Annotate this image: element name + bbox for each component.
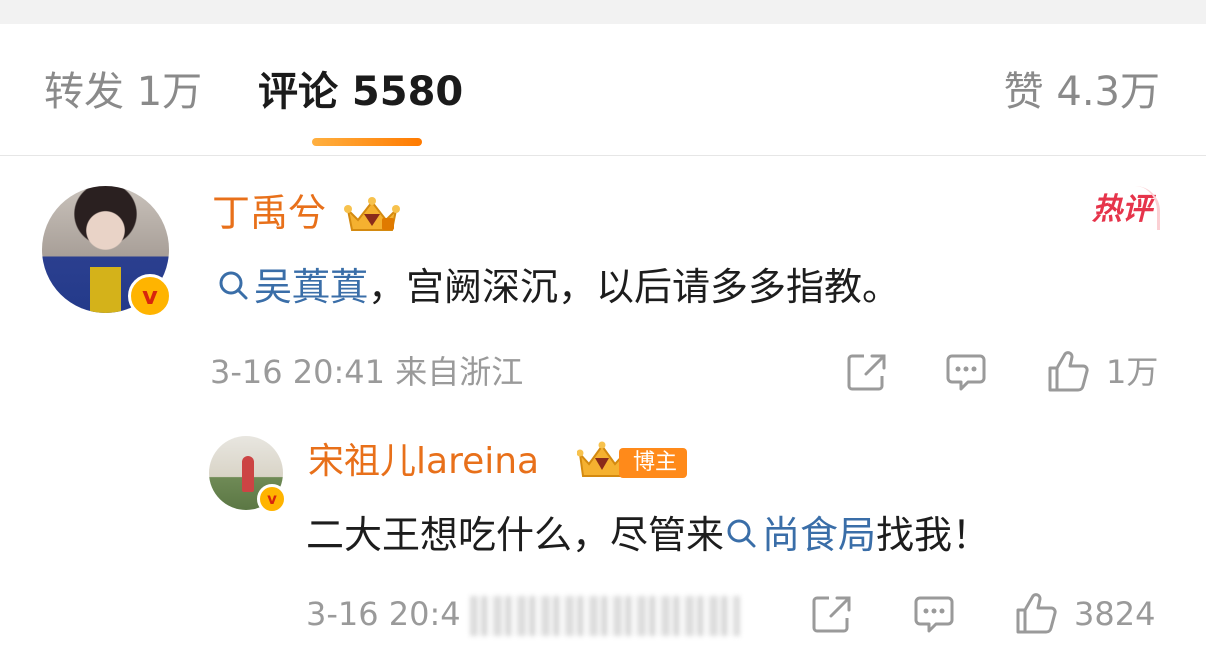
blurred-region [470,596,740,636]
tab-comments[interactable]: 评论 5580 [258,68,463,116]
topic-link[interactable]: 吴蒖蒖 [216,265,368,309]
comment-text: 吴蒖蒖，宫阙深沉，以后请多多指教。 [216,264,900,310]
hot-comment-badge: 热评 [1084,186,1160,234]
reply-meta: 3-16 20:4 [306,595,461,633]
comment-username[interactable]: 丁禹兮 [212,190,326,236]
verified-icon: v [257,484,287,514]
comment-button[interactable] [912,592,956,636]
share-button[interactable] [809,592,853,636]
tab-reposts[interactable]: 转发 1万 [44,68,202,116]
comment-icon [914,596,954,633]
reply-username[interactable]: 宋祖儿lareina [308,440,539,484]
comment-meta: 3-16 20:41 来自浙江 [210,353,524,391]
thumbs-up-icon [1016,593,1057,634]
comment-body: ，宫阙深沉，以后请多多指教。 [368,265,901,309]
share-icon [812,596,851,633]
like-button[interactable]: 1万 [1046,350,1158,394]
reply-body-start: 二大王想吃什么，尽管来 [306,513,725,557]
tab-likes[interactable]: 赞 4.3万 [1004,68,1160,116]
reply-text: 二大王想吃什么，尽管来 尚食局找我！ [306,512,990,558]
comment-icon [946,354,986,391]
reply-body-end: 找我！ [876,513,991,557]
topic-link[interactable]: 尚食局 [724,513,876,557]
thumbs-up-icon [1048,351,1089,392]
like-button[interactable]: 3824 [1014,592,1155,636]
topic-label: 尚食局 [762,513,877,557]
crown-icon [344,197,400,231]
topic-label: 吴蒖蒖 [254,265,369,309]
share-icon [847,354,886,391]
comment-tabs: 转发 1万 评论 5580 赞 4.3万 [0,24,1206,156]
like-count: 1万 [1106,353,1159,391]
blogger-badge: 博主 [619,448,688,478]
search-icon [219,271,248,300]
share-button[interactable] [844,350,888,394]
comment-button[interactable] [944,350,988,394]
search-icon [727,519,756,548]
status-bar-strip [0,0,1206,24]
active-tab-indicator [312,138,422,146]
verified-icon: v [128,274,172,318]
like-count: 3824 [1074,595,1156,633]
